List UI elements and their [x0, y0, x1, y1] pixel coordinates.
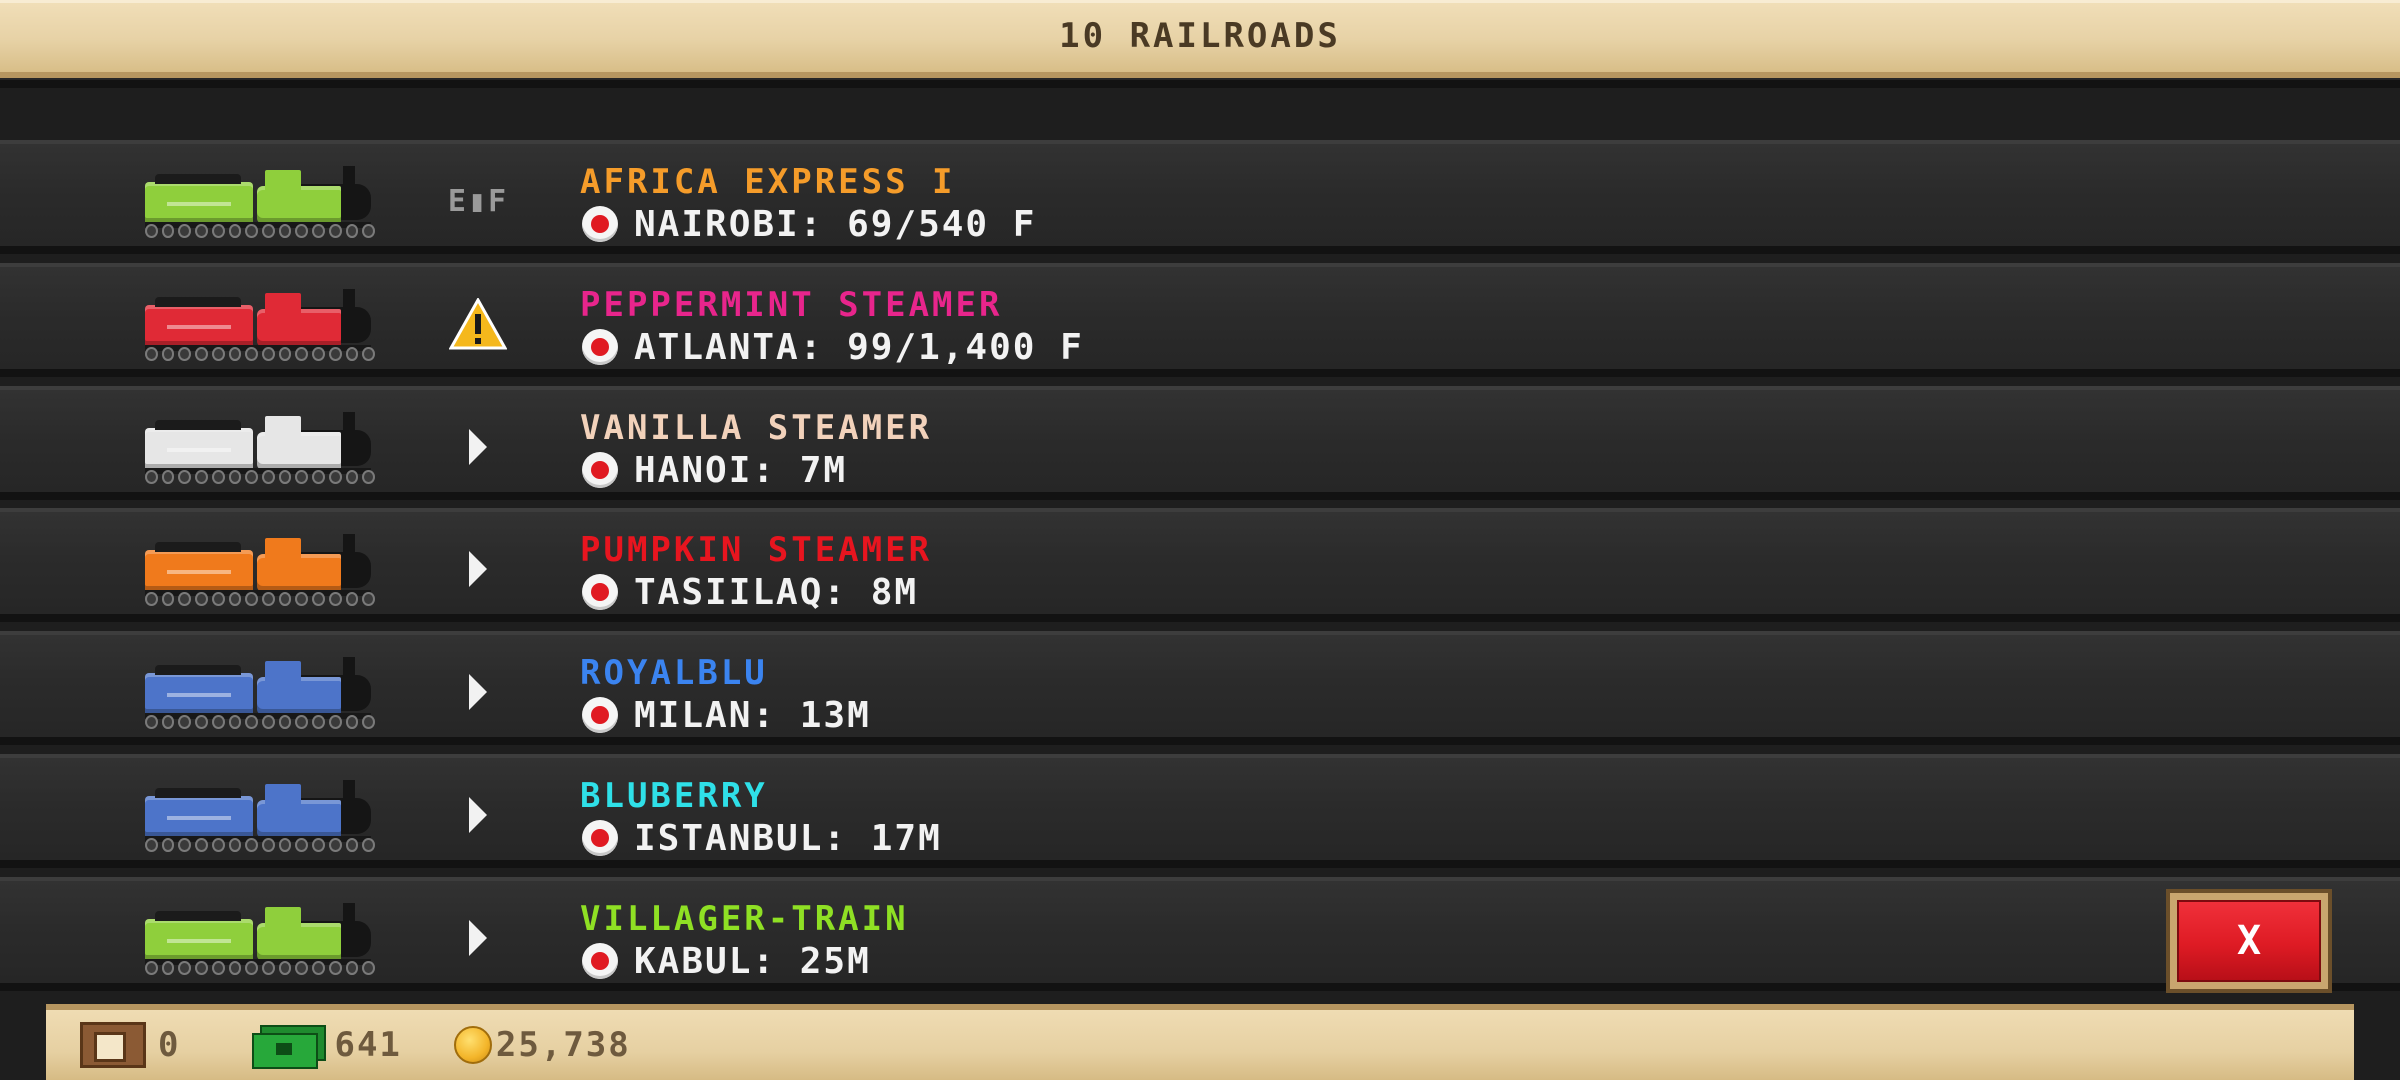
train-row[interactable]: PUMPKIN STEAMER TASIILAQ: 8M — [0, 508, 2400, 622]
destination-text: KABUL: 25M — [634, 940, 871, 982]
destination-line: NAIROBI: 69/540 F — [582, 203, 1037, 245]
railroads-screen: E▮FMONTREAL: 105/540 FE▮FAFRICA EXPRESS … — [0, 0, 2400, 1080]
coins-count: 25,738 — [495, 1025, 631, 1065]
destination-line: KABUL: 25M — [582, 940, 871, 982]
destination-line: TASIILAQ: 8M — [582, 571, 919, 613]
destination-line: HANOI: 7M — [582, 449, 848, 491]
play-icon[interactable] — [430, 788, 526, 842]
cash-resource: 641 — [224, 1025, 402, 1069]
destination-text: ATLANTA: 99/1,400 F — [634, 326, 1084, 368]
train-row[interactable]: BLUBERRY ISTANBUL: 17M — [0, 754, 2400, 868]
train-row[interactable]: ROYALBLU MILAN: 13M — [0, 631, 2400, 745]
play-icon[interactable] — [430, 542, 526, 596]
destination-marker-icon — [582, 452, 618, 488]
page-title: 10 RAILROADS — [1059, 16, 1341, 56]
train-name: PUMPKIN STEAMER — [580, 530, 933, 570]
train-sprite-icon — [145, 657, 376, 733]
train-name: VILLAGER-TRAIN — [580, 899, 909, 939]
train-row[interactable]: E▮F AFRICA EXPRESS I NAIROBI: 69/540 F — [0, 140, 2400, 254]
train-name: PEPPERMINT STEAMER — [580, 285, 1003, 325]
footer-resources-bar: 0 641 25,738 — [46, 1004, 2354, 1080]
destination-marker-icon — [582, 574, 618, 610]
play-icon[interactable] — [430, 665, 526, 719]
destination-marker-icon — [582, 206, 618, 242]
train-sprite-icon — [145, 289, 376, 365]
destination-text: MILAN: 13M — [634, 694, 871, 736]
train-name: VANILLA STEAMER — [580, 408, 933, 448]
train-sprite-icon — [145, 780, 376, 856]
train-row[interactable]: VANILLA STEAMER HANOI: 7M — [0, 386, 2400, 500]
cash-icon — [252, 1025, 327, 1069]
train-sprite-icon — [145, 412, 376, 488]
crates-count: 0 — [158, 1025, 181, 1065]
coin-icon — [453, 1026, 492, 1064]
close-button[interactable]: X — [2166, 889, 2332, 993]
train-name: BLUBERRY — [580, 776, 768, 816]
destination-line: ISTANBUL: 17M — [582, 817, 942, 859]
crates-resource: 0 — [46, 1022, 180, 1068]
train-name: ROYALBLU — [580, 653, 768, 693]
destination-marker-icon — [582, 820, 618, 856]
destination-text: TASIILAQ: 8M — [634, 571, 919, 613]
play-icon[interactable] — [430, 911, 526, 965]
warning-icon[interactable] — [430, 297, 526, 351]
header-bar: 10 RAILROADS — [0, 0, 2400, 78]
destination-text: ISTANBUL: 17M — [634, 817, 942, 859]
train-row[interactable]: PEPPERMINT STEAMER ATLANTA: 99/1,400 F — [0, 263, 2400, 377]
crate-icon — [80, 1022, 146, 1068]
train-sprite-icon — [145, 534, 376, 610]
train-sprite-icon — [145, 903, 376, 979]
destination-line: MILAN: 13M — [582, 694, 871, 736]
empty-full-icon[interactable]: E▮F — [430, 174, 526, 228]
close-icon: X — [2177, 900, 2321, 982]
destination-line: ATLANTA: 99/1,400 F — [582, 326, 1084, 368]
train-sprite-icon — [145, 166, 376, 242]
destination-marker-icon — [582, 329, 618, 365]
coins-resource: 25,738 — [446, 1025, 631, 1065]
train-list[interactable]: E▮FMONTREAL: 105/540 FE▮FAFRICA EXPRESS … — [0, 0, 2400, 1000]
destination-marker-icon — [582, 697, 618, 733]
train-name: AFRICA EXPRESS I — [580, 162, 956, 202]
empty-full-label: E▮F — [447, 183, 509, 219]
destination-text: HANOI: 7M — [634, 449, 848, 491]
train-row[interactable]: VILLAGER-TRAIN KABUL: 25M — [0, 877, 2400, 991]
destination-marker-icon — [582, 943, 618, 979]
play-icon[interactable] — [430, 420, 526, 474]
destination-text: NAIROBI: 69/540 F — [634, 203, 1037, 245]
cash-count: 641 — [334, 1025, 402, 1065]
